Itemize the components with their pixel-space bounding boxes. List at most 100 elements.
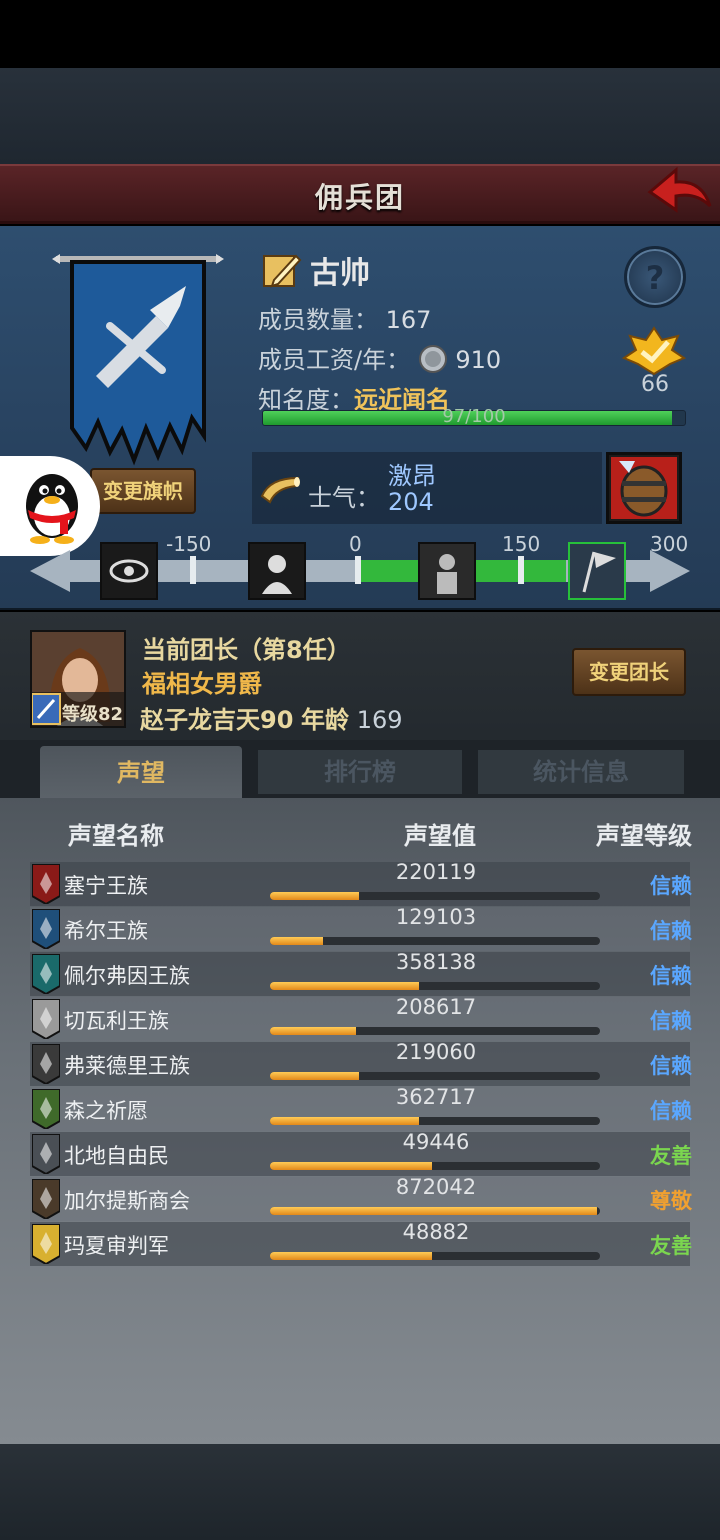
reputation-row[interactable]: 切瓦利王族 208617 信赖: [30, 995, 692, 1041]
reputation-row[interactable]: 希尔王族 129103 信赖: [30, 905, 692, 951]
screen: 佣兵团 变更旗帜 古帅 成员数量： 167 成员工资/年： 910 知名度：远近…: [0, 0, 720, 1540]
reputation-row[interactable]: 塞宁王族 220119 信赖: [30, 860, 692, 906]
page-title: 佣兵团: [314, 181, 405, 214]
wage-stat: 成员工资/年： 910: [258, 340, 501, 375]
morale-tick-3: 150: [502, 532, 541, 556]
faction-crest-icon: [32, 1089, 60, 1129]
morale-level-eye-icon[interactable]: [100, 542, 158, 600]
reputation-value: 220119: [395, 860, 477, 884]
medal-icon[interactable]: [622, 326, 686, 376]
medal-count: 66: [641, 372, 669, 397]
reputation-bar: [270, 1207, 600, 1215]
faction-crest-icon: [32, 1224, 60, 1264]
reputation-value: 49446: [402, 1130, 470, 1154]
faction-crest-icon: [32, 864, 60, 904]
reputation-value: 358138: [395, 950, 477, 974]
reputation-value: 872042: [395, 1175, 477, 1199]
reputation-value: 48882: [402, 1220, 470, 1244]
wage-label: 成员工资/年：: [258, 346, 411, 374]
reputation-level: 信赖: [650, 919, 692, 943]
reputation-value: 219060: [395, 1040, 477, 1064]
faction-name: 切瓦利王族: [64, 1009, 169, 1033]
reputation-bar-fill: [270, 1117, 419, 1125]
faction-name: 希尔王族: [64, 919, 148, 943]
morale-level-flag-icon[interactable]: [568, 542, 626, 600]
members-label: 成员数量：: [258, 306, 378, 334]
silver-coin-icon: [418, 345, 447, 373]
faction-crest-icon: [32, 954, 60, 994]
faction-name: 北地自由民: [64, 1144, 169, 1168]
reputation-bar: [270, 1027, 600, 1035]
leader-level: 等级82: [62, 704, 124, 725]
morale-boost-button[interactable]: [606, 452, 682, 524]
morale-label: 士气：: [308, 484, 380, 512]
reputation-bar: [270, 1072, 600, 1080]
company-name: 古帅: [310, 256, 370, 291]
reputation-bar-fill: [270, 1072, 360, 1080]
faction-name: 森之祈愿: [64, 1099, 148, 1123]
reputation-level: 尊敬: [650, 1189, 692, 1213]
horn-icon: [260, 476, 300, 504]
tab-statistics[interactable]: 统计信息: [478, 750, 684, 794]
reputation-bar-fill: [270, 937, 323, 945]
tab-ranking[interactable]: 排行榜: [258, 750, 462, 794]
reputation-bar-fill: [270, 1027, 356, 1035]
reputation-bar: [270, 982, 600, 990]
reputation-row[interactable]: 弗莱德里王族 219060 信赖: [30, 1040, 692, 1086]
reputation-bar-fill: [270, 1162, 432, 1170]
reputation-bar: [270, 892, 600, 900]
morale-tick-2: 0: [349, 532, 362, 556]
reputation-row[interactable]: 北地自由民 49446 友善: [30, 1130, 692, 1176]
leader-player-name: 赵子龙吉天90: [140, 706, 294, 734]
faction-name: 加尔提斯商会: [64, 1189, 190, 1213]
faction-crest-icon: [32, 1044, 60, 1084]
column-header-value: 声望值: [404, 822, 476, 850]
reputation-level: 信赖: [650, 1099, 692, 1123]
reputation-row[interactable]: 佩尔弗因王族 358138 信赖: [30, 950, 692, 996]
change-leader-button[interactable]: 变更团长: [572, 648, 686, 696]
members-stat: 成员数量： 167: [258, 300, 431, 335]
reputation-level: 信赖: [650, 1009, 692, 1033]
column-header-name: 声望名称: [68, 822, 164, 850]
question-icon: ?: [645, 259, 665, 297]
reputation-level: 友善: [650, 1234, 692, 1258]
faction-name: 弗莱德里王族: [64, 1054, 190, 1078]
faction-name: 玛夏审判军: [64, 1234, 169, 1258]
faction-crest-icon: [32, 999, 60, 1039]
reputation-value: 208617: [395, 995, 477, 1019]
leader-name: 福相女男爵: [142, 670, 262, 698]
reputation-level: 信赖: [650, 964, 692, 988]
reputation-bar-fill: [270, 1207, 597, 1215]
reputation-row[interactable]: 森之祈愿 362717 信赖: [30, 1085, 692, 1131]
reputation-level: 信赖: [650, 1054, 692, 1078]
tab-reputation[interactable]: 声望: [40, 746, 242, 800]
reputation-row[interactable]: 玛夏审判军 48882 友善: [30, 1220, 692, 1266]
morale-tick-4: 300: [650, 532, 689, 556]
barrel-icon: [611, 457, 677, 519]
reputation-bar: [270, 1252, 600, 1260]
back-arrow-icon[interactable]: [646, 166, 714, 220]
reputation-value: 362717: [395, 1085, 477, 1109]
leader-age-value: 169: [356, 706, 403, 734]
column-header-level: 声望等级: [596, 822, 692, 850]
top-background: [0, 68, 720, 164]
morale-value: 204: [388, 488, 434, 516]
faction-name: 佩尔弗因王族: [64, 964, 190, 988]
reputation-value: 129103: [395, 905, 477, 929]
reputation-bar: [270, 1162, 600, 1170]
change-flag-button[interactable]: 变更旗帜: [90, 468, 196, 514]
morale-state: 激昂: [388, 462, 436, 490]
morale-level-despair-icon[interactable]: [248, 542, 306, 600]
leader-age-label: 年龄: [301, 706, 350, 734]
edit-name-icon[interactable]: [262, 250, 302, 290]
reputation-row[interactable]: 加尔提斯商会 872042 尊敬: [30, 1175, 692, 1221]
reputation-bar-fill: [270, 982, 419, 990]
fame-progress-text: 97/100: [442, 406, 506, 427]
morale-level-calm-icon[interactable]: [418, 542, 476, 600]
faction-crest-icon: [32, 1179, 60, 1219]
help-button[interactable]: ?: [624, 246, 686, 308]
title-bar: 佣兵团: [0, 164, 720, 224]
leader-title: 当前团长（第8任）: [142, 636, 351, 664]
bottom-bar: [0, 1444, 720, 1540]
company-banner[interactable]: [52, 250, 224, 466]
